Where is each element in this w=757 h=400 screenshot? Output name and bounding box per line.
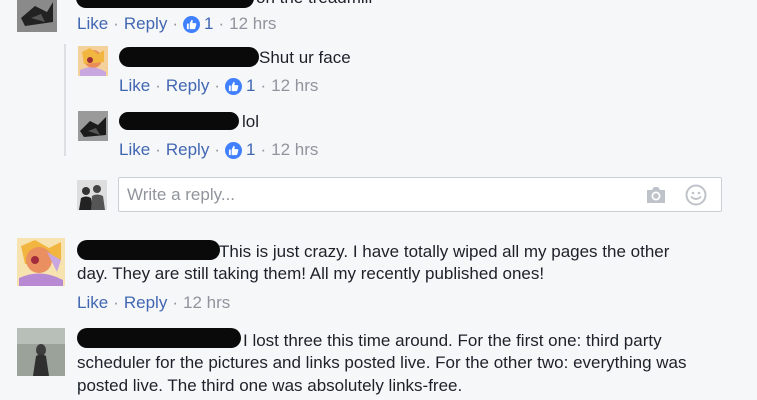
separator-dot: · [155, 76, 161, 95]
commenter-avatar[interactable] [17, 328, 65, 376]
reaction-count[interactable]: 1 [204, 14, 213, 34]
like-link[interactable]: Like [77, 14, 108, 34]
comment-text-line: posted live. The third one was absolutel… [77, 376, 463, 395]
separator-dot: · [172, 14, 178, 33]
comment-text: This is just crazy. I have totally wiped… [219, 242, 670, 261]
redacted-name [119, 112, 239, 130]
comment-text-line: day. They are still taking them! All my … [77, 264, 545, 283]
thumbs-up-icon[interactable] [183, 15, 200, 33]
reply-link[interactable]: Reply [124, 14, 167, 34]
like-link[interactable]: Like [119, 140, 150, 160]
comment-actions: Like · Reply · 1 · 12 hrs [77, 14, 276, 34]
timestamp[interactable]: 12 hrs [271, 140, 318, 160]
comment-text: I lost three this time around. For the f… [243, 331, 662, 350]
reply-link[interactable]: Reply [124, 293, 167, 313]
comment-text: on the treadmill [256, 0, 372, 9]
separator-dot: · [113, 14, 119, 33]
timestamp[interactable]: 12 hrs [183, 293, 230, 313]
separator-dot: · [214, 76, 220, 95]
reaction-count[interactable]: 1 [246, 76, 255, 96]
commenter-avatar[interactable] [17, 0, 57, 32]
comment-thread: on the treadmill Like · Reply · 1 · 12 h… [0, 0, 757, 400]
separator-dot: · [172, 293, 178, 312]
commenter-avatar[interactable] [17, 238, 65, 286]
reply-text: lol [242, 112, 260, 131]
timestamp[interactable]: 12 hrs [229, 14, 276, 34]
camera-icon[interactable] [645, 185, 667, 205]
separator-dot: · [155, 140, 161, 159]
redacted-name [119, 47, 259, 67]
reply-link[interactable]: Reply [166, 76, 209, 96]
timestamp[interactable]: 12 hrs [271, 76, 318, 96]
reply-composer [118, 177, 722, 212]
like-link[interactable]: Like [119, 76, 150, 96]
redacted-name [77, 240, 220, 260]
separator-dot: · [113, 293, 119, 312]
replier-avatar[interactable] [78, 46, 108, 76]
separator-dot: · [214, 140, 220, 159]
thumbs-up-icon[interactable] [225, 141, 242, 159]
like-link[interactable]: Like [77, 293, 108, 313]
comment-text-line: scheduler for the pictures and links pos… [77, 353, 687, 372]
comment-actions: Like · Reply · 12 hrs [77, 293, 230, 313]
separator-dot: · [260, 140, 267, 159]
redacted-name [76, 0, 254, 8]
reply-link[interactable]: Reply [166, 140, 209, 160]
separator-dot: · [218, 14, 225, 33]
separator-dot: · [260, 76, 267, 95]
current-user-avatar[interactable] [77, 180, 107, 210]
reply-actions: Like · Reply · 1 · 12 hrs [119, 140, 318, 160]
reaction-count[interactable]: 1 [246, 140, 255, 160]
reply-actions: Like · Reply · 1 · 12 hrs [119, 76, 318, 96]
smiley-icon[interactable] [685, 184, 707, 206]
redacted-name [77, 328, 241, 348]
reply-thread-line [64, 44, 66, 156]
reply-input[interactable] [127, 184, 627, 206]
thumbs-up-icon[interactable] [225, 77, 242, 95]
reply-text: Shut ur face [259, 48, 351, 67]
replier-avatar[interactable] [78, 111, 108, 141]
